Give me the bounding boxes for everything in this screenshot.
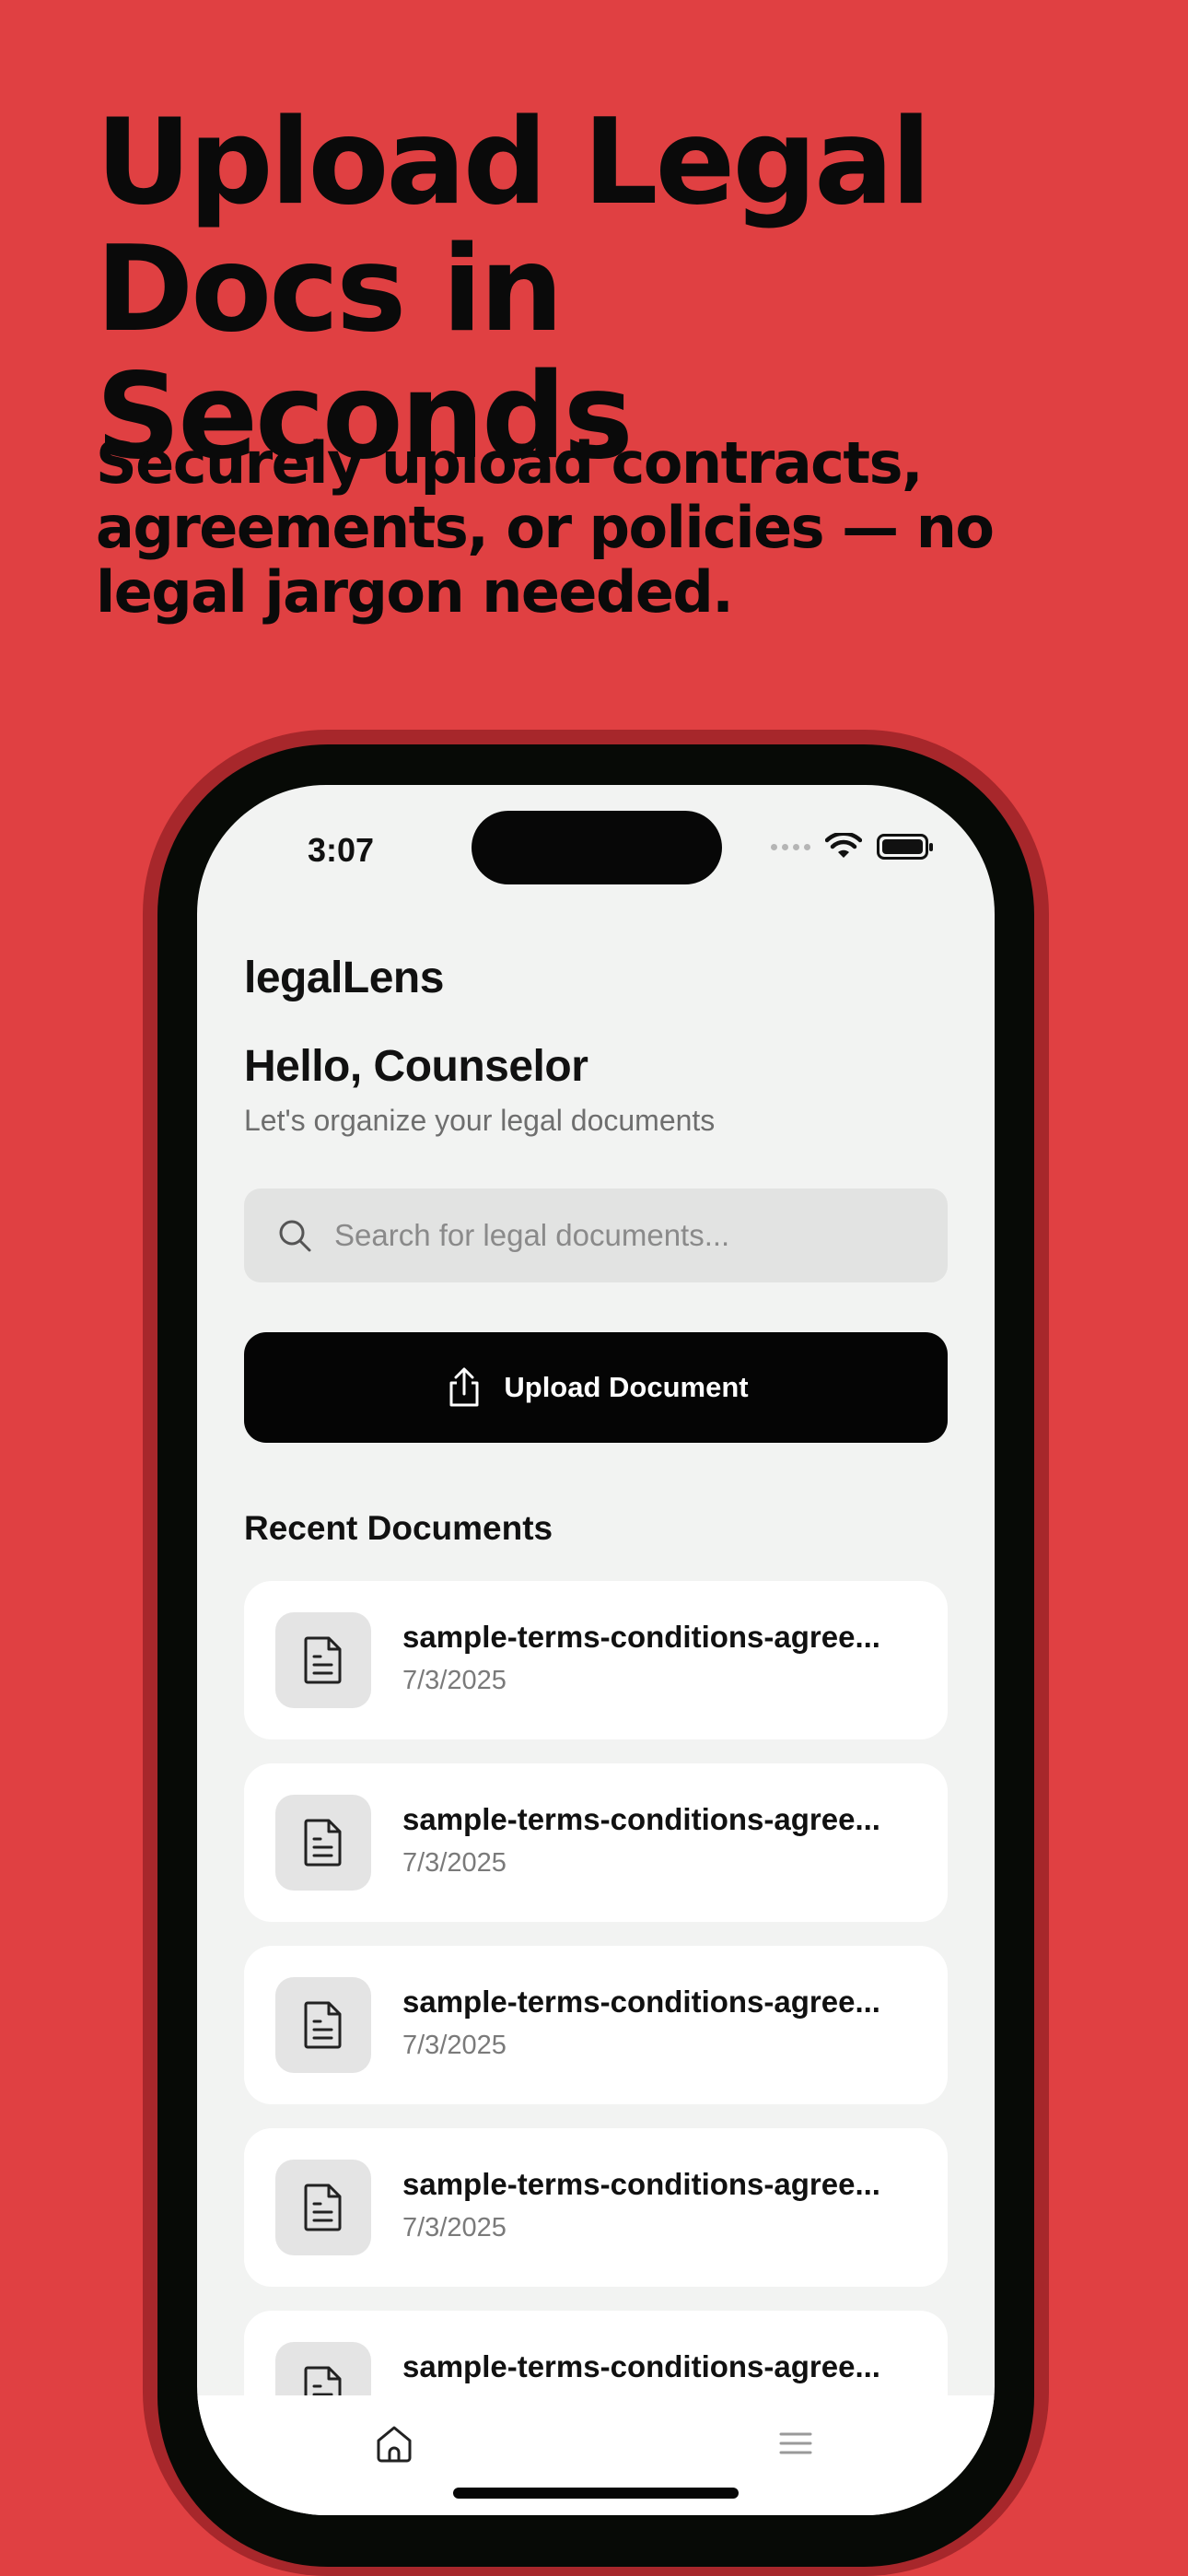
tab-menu[interactable] bbox=[777, 2429, 814, 2463]
greeting-subtitle: Let's organize your legal documents bbox=[244, 1104, 716, 1137]
document-icon-tile bbox=[275, 1612, 371, 1708]
document-card[interactable]: sample-terms-conditions-agree... 7/3/202… bbox=[244, 1946, 948, 2104]
document-card[interactable]: sample-terms-conditions-agree... 7/3/202… bbox=[244, 1763, 948, 1922]
document-icon bbox=[304, 1819, 342, 1867]
dynamic-island bbox=[472, 811, 722, 884]
document-name: sample-terms-conditions-agree... bbox=[402, 2349, 880, 2383]
document-icon-tile bbox=[275, 2160, 371, 2255]
search-bar[interactable] bbox=[244, 1188, 948, 1282]
search-icon bbox=[279, 1220, 311, 1252]
home-indicator[interactable] bbox=[453, 2488, 739, 2499]
promo-subhead-line3: legal jargon needed. bbox=[96, 558, 734, 626]
promo-headline-line1: Upload Legal bbox=[96, 94, 931, 231]
promo-subhead: Securely upload contracts, agreements, o… bbox=[96, 431, 1017, 625]
document-icon bbox=[304, 2184, 342, 2231]
tab-home[interactable] bbox=[372, 2421, 416, 2470]
document-name: sample-terms-conditions-agree... bbox=[402, 1620, 880, 1654]
upload-icon bbox=[449, 1367, 479, 1407]
status-time: 3:07 bbox=[308, 831, 375, 869]
menu-icon bbox=[779, 2432, 812, 2454]
document-date: 7/3/2025 bbox=[402, 1666, 507, 1695]
search-input[interactable] bbox=[334, 1218, 905, 1253]
document-icon bbox=[304, 2001, 342, 2049]
document-date: 7/3/2025 bbox=[402, 1848, 507, 1878]
upload-button-label: Upload Document bbox=[504, 1371, 749, 1403]
promo-subhead-line1: Securely upload contracts, bbox=[96, 429, 924, 497]
recent-documents-title: Recent Documents bbox=[244, 1509, 553, 1547]
document-date: 7/3/2025 bbox=[402, 2213, 507, 2242]
greeting-title: Hello, Counselor bbox=[244, 1042, 588, 1091]
document-card[interactable]: sample-terms-conditions-agree... 7/3/202… bbox=[244, 2128, 948, 2287]
document-name: sample-terms-conditions-agree... bbox=[402, 2167, 880, 2201]
document-icon-tile bbox=[275, 1977, 371, 2073]
phone-screen: 3:07 legalLens Hello, Counselor Let's or… bbox=[197, 785, 995, 2515]
document-date: 7/3/2025 bbox=[402, 2031, 507, 2060]
wifi-icon bbox=[825, 833, 862, 858]
battery-icon bbox=[877, 834, 933, 860]
home-icon bbox=[377, 2426, 412, 2463]
app-name: legalLens bbox=[244, 954, 444, 1002]
upload-document-button[interactable]: Upload Document bbox=[244, 1332, 948, 1443]
status-icons bbox=[771, 833, 933, 861]
signal-icon bbox=[771, 843, 810, 850]
document-name: sample-terms-conditions-agree... bbox=[402, 1802, 880, 1836]
document-name: sample-terms-conditions-agree... bbox=[402, 1985, 880, 2019]
document-icon-tile bbox=[275, 1795, 371, 1891]
document-icon bbox=[304, 1636, 342, 1684]
promo-headline: Upload Legal Docs in Seconds bbox=[96, 100, 1109, 481]
document-card[interactable]: sample-terms-conditions-agree... 7/3/202… bbox=[244, 1581, 948, 1739]
promo-subhead-line2: agreements, or policies — no bbox=[96, 494, 995, 561]
